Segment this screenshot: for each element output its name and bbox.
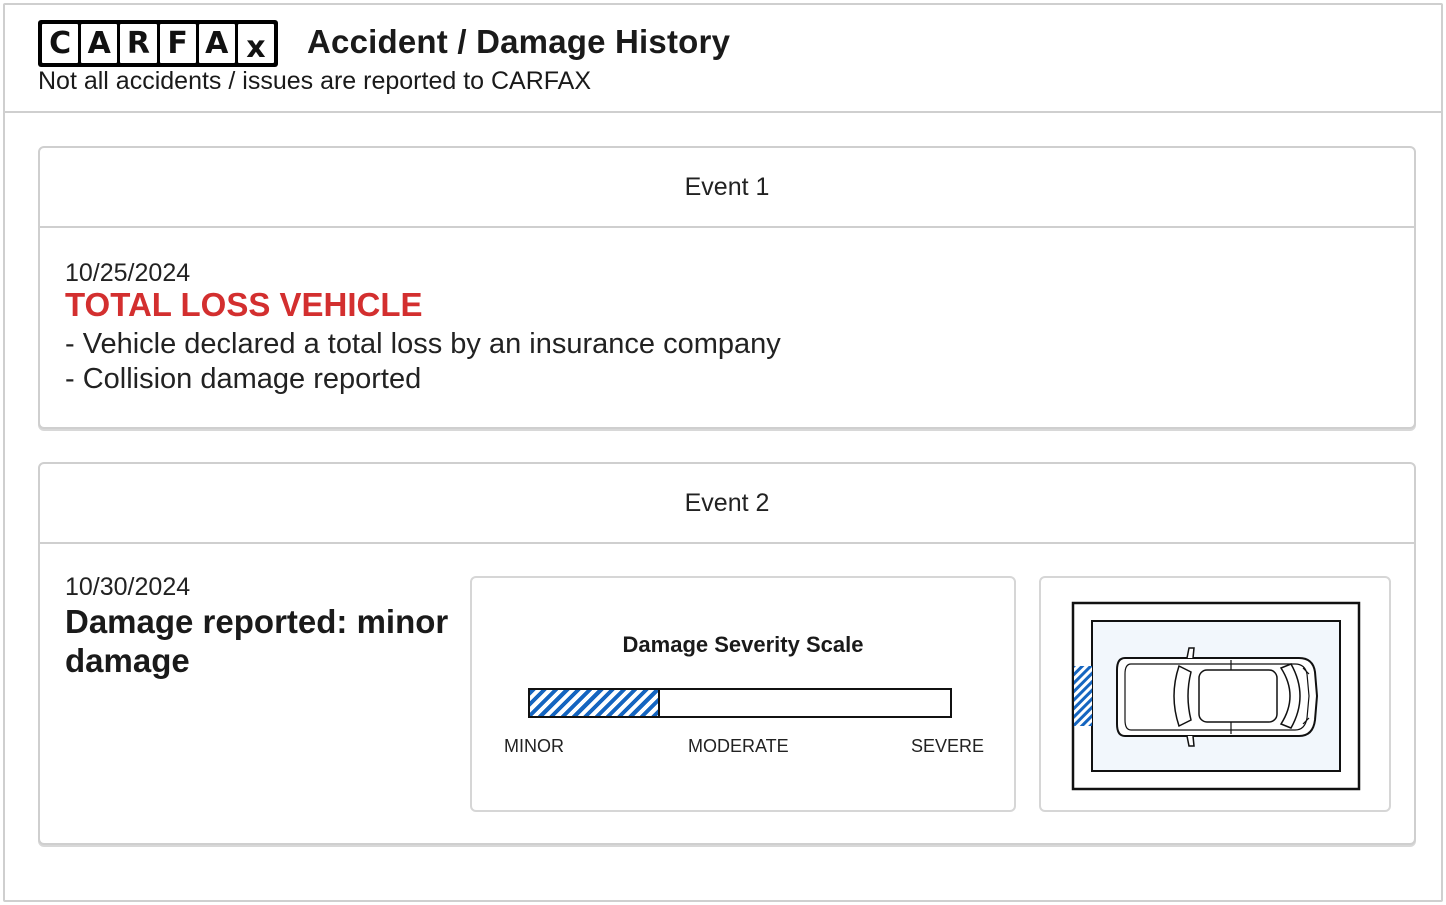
event-detail: - Collision damage reported — [65, 363, 422, 395]
logo-letter: x — [237, 24, 275, 63]
logo-letter: A — [81, 24, 118, 63]
event-detail: - Vehicle declared a total loss by an in… — [65, 328, 781, 360]
scale-title: Damage Severity Scale — [622, 632, 864, 657]
scale-label-moderate: MODERATE — [688, 736, 789, 756]
logo-letter: A — [198, 24, 235, 63]
logo-letter: F — [159, 24, 196, 63]
event-date: 10/25/2024 — [65, 259, 191, 287]
total-loss-headline: TOTAL LOSS VEHICLE — [65, 286, 423, 323]
damage-severity-scale: Damage Severity Scale MINOR MODERATE SEV… — [470, 576, 1016, 812]
scale-label-minor: MINOR — [504, 736, 564, 756]
severity-bar — [528, 688, 952, 718]
event-card-2: Event 2 10/30/2024 Damage reported: mino… — [38, 462, 1416, 845]
event-date: 10/30/2024 — [65, 573, 191, 601]
section-header: C A R F A x Accident / Damage History No… — [5, 5, 1441, 113]
damage-location-diagram — [1039, 576, 1391, 812]
logo-letter: R — [120, 24, 157, 63]
event-card-1: Event 1 10/25/2024 TOTAL LOSS VEHICLE - … — [38, 146, 1416, 429]
report-section: C A R F A x Accident / Damage History No… — [3, 3, 1443, 902]
rear-damage-marker — [1074, 666, 1092, 726]
carfax-logo: C A R F A x — [38, 20, 278, 67]
section-title: Accident / Damage History — [307, 23, 731, 60]
section-subtitle: Not all accidents / issues are reported … — [38, 67, 592, 95]
scale-label-severe: SEVERE — [911, 736, 985, 756]
severity-fill — [530, 690, 661, 716]
car-top-view-icon — [1071, 601, 1361, 791]
event-header: Event 2 — [40, 464, 1414, 544]
damage-headline: Damage reported: minor damage — [65, 603, 449, 679]
logo-letter: C — [42, 24, 79, 63]
event-header: Event 1 — [40, 148, 1414, 228]
